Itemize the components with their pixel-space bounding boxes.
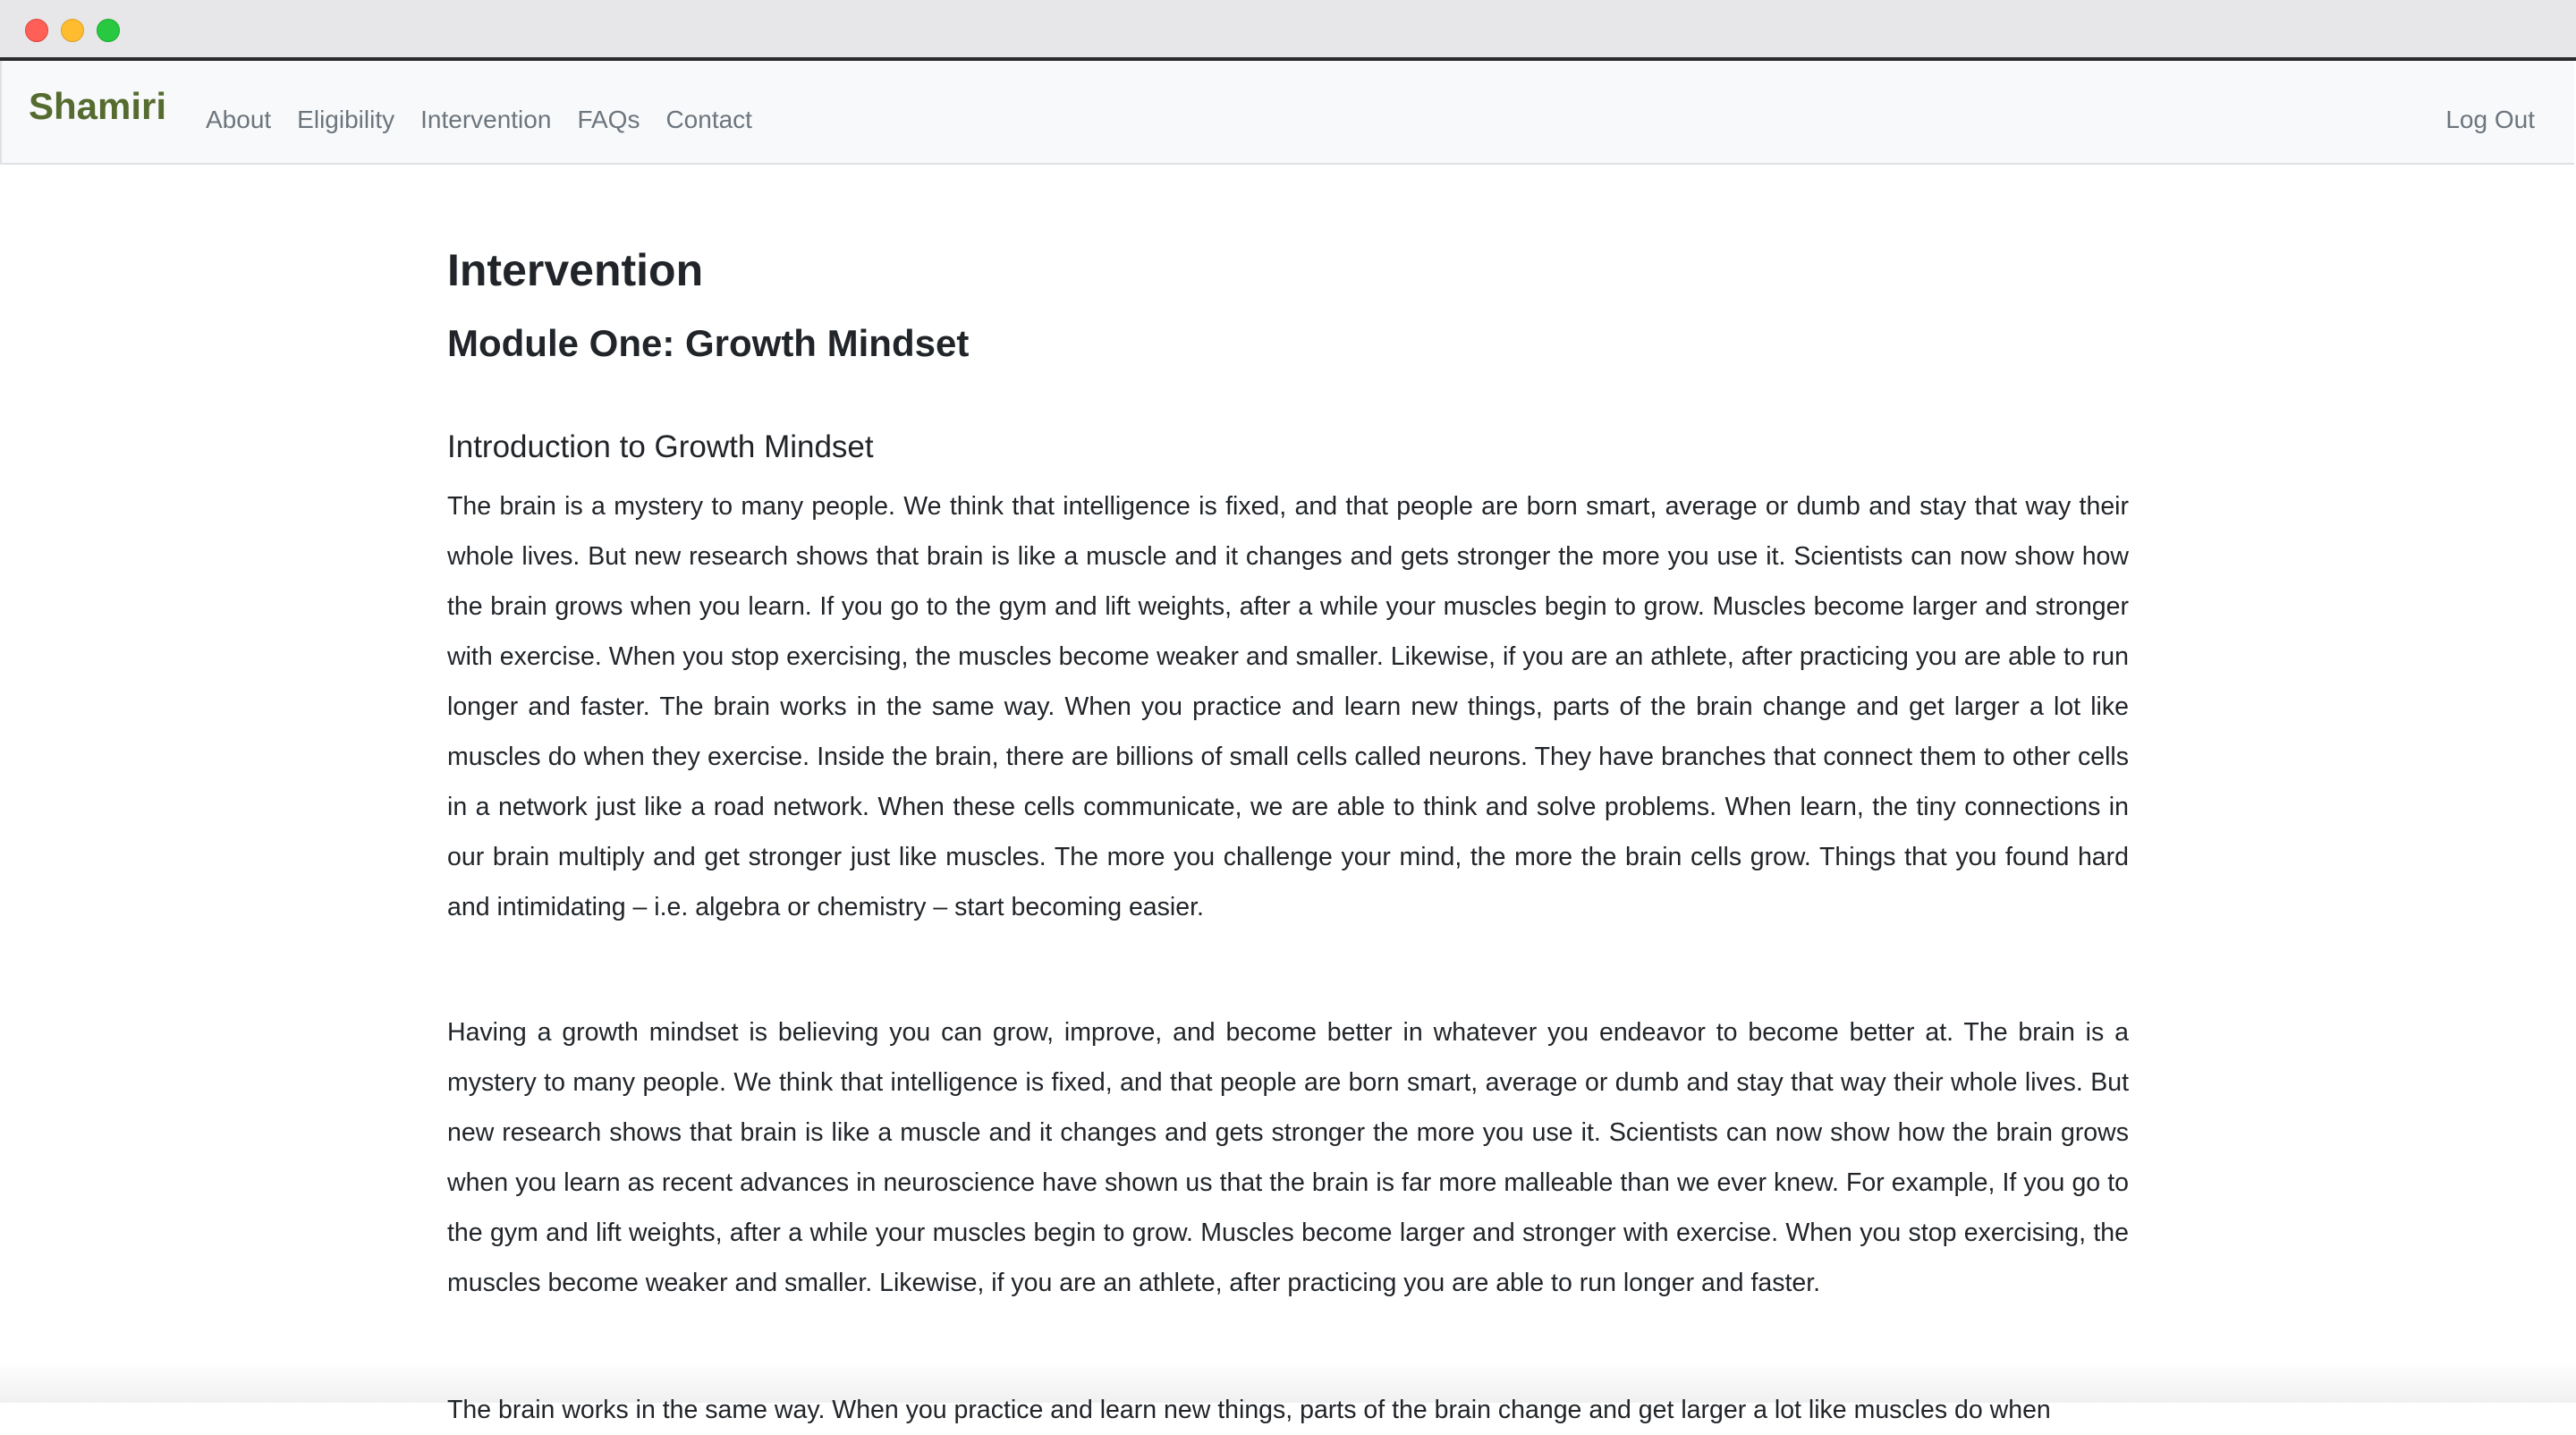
paragraph-intro: The brain is a mystery to many people. W… <box>447 492 2129 921</box>
minimize-window-button[interactable] <box>61 19 84 42</box>
nav-link-intervention[interactable]: Intervention <box>420 107 551 132</box>
logout-link[interactable]: Log Out <box>2445 107 2535 132</box>
brand-logo-link[interactable]: Shamiri <box>29 88 166 125</box>
nav-link-contact[interactable]: Contact <box>665 107 752 132</box>
section-title: Introduction to Growth Mindset <box>447 429 874 464</box>
close-window-button[interactable] <box>25 19 48 42</box>
top-navbar: Shamiri About Eligibility Intervention F… <box>0 61 2574 165</box>
module-title: Module One: Growth Mindset <box>447 322 970 364</box>
nav-link-eligibility[interactable]: Eligibility <box>297 107 394 132</box>
paragraph-brain-works: The brain works in the same way. When yo… <box>447 1396 2051 1424</box>
paragraph-growth-mindset: Having a growth mindset is believing you… <box>447 1018 2129 1297</box>
nav-link-faqs[interactable]: FAQs <box>577 107 640 132</box>
nav-links: About Eligibility Intervention FAQs Cont… <box>206 107 778 132</box>
nav-link-about[interactable]: About <box>206 107 271 132</box>
maximize-window-button[interactable] <box>97 19 120 42</box>
window-titlebar <box>0 0 2576 61</box>
page-title: Intervention <box>447 245 704 295</box>
